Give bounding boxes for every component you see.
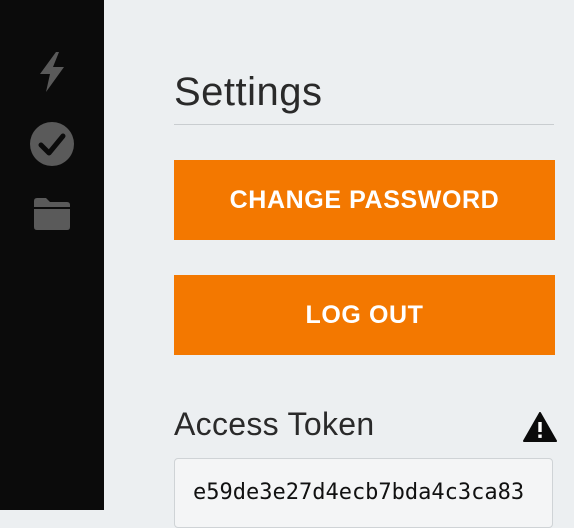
title-divider (174, 124, 554, 125)
settings-panel: Settings CHANGE PASSWORD LOG OUT Access … (174, 0, 557, 528)
sidebar (0, 0, 104, 510)
folder-icon[interactable] (28, 190, 76, 238)
check-circle-icon[interactable] (28, 120, 76, 168)
access-token-label: Access Token (174, 406, 375, 442)
page-title: Settings (174, 70, 323, 114)
logout-button[interactable]: LOG OUT (174, 275, 555, 355)
change-password-button[interactable]: CHANGE PASSWORD (174, 160, 555, 240)
access-token-field[interactable] (174, 458, 553, 528)
lightning-icon[interactable] (28, 48, 76, 96)
warning-icon[interactable] (523, 412, 557, 442)
